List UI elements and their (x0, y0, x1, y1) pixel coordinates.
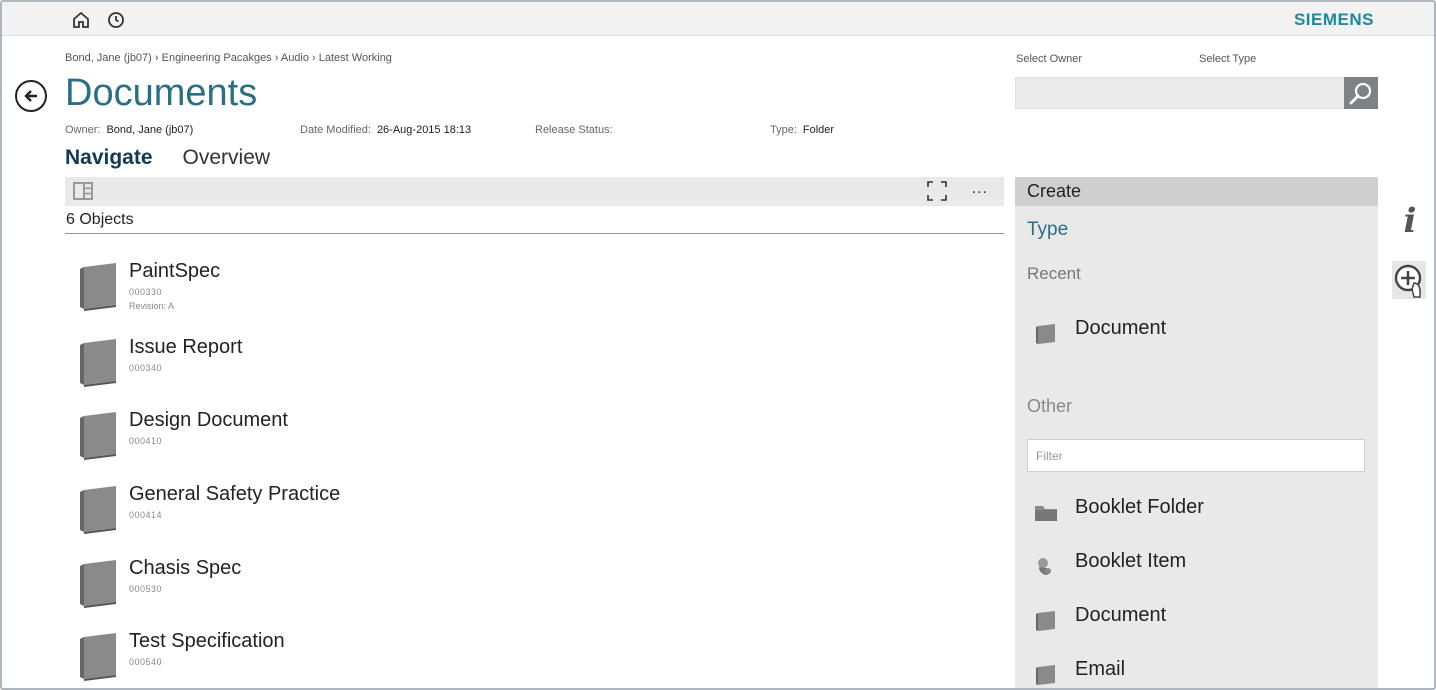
item-name: PaintSpec (129, 260, 221, 282)
type-option-booklet-item[interactable]: Booklet Item (1029, 547, 1359, 581)
breadcrumb[interactable]: Bond, Jane (jb07) › Engineering Pacakges… (65, 52, 392, 64)
modified-value: 26-Aug-2015 18:13 (376, 124, 472, 136)
back-button[interactable] (15, 80, 47, 112)
tab-overview[interactable]: Overview (183, 146, 271, 170)
item-id: 000330 (129, 287, 163, 297)
item-revision-icon (80, 633, 116, 681)
item-revision-icon (80, 560, 116, 608)
list-item[interactable]: Issue Report 000340 (72, 333, 672, 393)
recent-section-label: Recent (1027, 264, 1081, 283)
tab-navigate[interactable]: Navigate (65, 146, 153, 170)
select-owner-label[interactable]: Select Owner (1016, 53, 1082, 65)
recent-icon[interactable] (107, 11, 125, 29)
item-revision-icon (80, 412, 116, 460)
list-divider (65, 233, 1004, 234)
top-bar: SIEMENS (2, 2, 1434, 36)
brand-logo: SIEMENS (1293, 10, 1374, 29)
select-type-label[interactable]: Select Type (1199, 53, 1256, 65)
document-icon (1036, 665, 1055, 685)
type-option-label: Document (1075, 317, 1167, 339)
item-name: Design Document (129, 409, 288, 431)
owner-value: Bond, Jane (jb07) (106, 124, 194, 136)
type-value: Folder (802, 124, 835, 136)
object-properties: Owner: Bond, Jane (jb07) Date Modified: 26… (65, 124, 1005, 138)
more-options-button[interactable]: ... (972, 180, 988, 198)
item-name: Chasis Spec (129, 557, 242, 579)
item-revision-icon (80, 339, 116, 387)
type-section-label: Type (1027, 219, 1069, 240)
type-option-label: Booklet Item (1075, 550, 1187, 572)
type-property: Type: Folder (770, 124, 834, 136)
search-input[interactable] (1015, 77, 1345, 109)
create-panel-title: Create (1015, 177, 1378, 206)
fullscreen-icon[interactable] (926, 180, 948, 202)
list-item[interactable]: PaintSpec 000330 Revision: A (72, 257, 672, 317)
owner-label: Owner: (65, 124, 101, 136)
modified-property: Date Modified: 26-Aug-2015 18:13 (300, 124, 471, 136)
search-button[interactable] (1344, 77, 1378, 109)
add-icon[interactable] (1392, 261, 1426, 301)
type-option-label: Document (1075, 604, 1167, 626)
page-title: Documents (65, 72, 258, 114)
release-label: Release Status: (535, 124, 613, 136)
type-option-label: Booklet Folder (1075, 496, 1204, 518)
list-item[interactable]: Test Specification 000540 (72, 627, 672, 687)
app-window: SIEMENS Bond, Jane (jb07) › Engineering … (0, 0, 1436, 690)
owner-property: Owner: Bond, Jane (jb07) (65, 124, 193, 136)
item-revision: Revision: A (129, 301, 175, 311)
view-tabs: Navigate Overview (65, 146, 270, 170)
back-arrow-icon (24, 90, 37, 102)
type-option-label: Email (1075, 658, 1126, 680)
document-icon (1036, 324, 1055, 344)
type-option-email[interactable]: Email (1029, 655, 1359, 688)
item-name: General Safety Practice (129, 483, 341, 505)
modified-label: Date Modified: (300, 124, 371, 136)
item-name: Test Specification (129, 630, 285, 652)
type-option-document-recent[interactable]: Document (1029, 314, 1359, 348)
document-icon (1036, 611, 1055, 631)
filter-input[interactable] (1027, 439, 1365, 472)
list-item[interactable]: General Safety Practice 000414 (72, 480, 672, 540)
list-item[interactable]: Chasis Spec 000530 (72, 554, 672, 614)
search-icon (1349, 82, 1372, 105)
item-revision-icon (80, 486, 116, 534)
folder-icon (1035, 506, 1057, 521)
type-option-document[interactable]: Document (1029, 601, 1359, 635)
list-item[interactable]: Design Document 000410 (72, 406, 672, 466)
item-id: 000414 (129, 510, 163, 520)
create-panel: Create Type Recent Document Other Bookle… (1015, 177, 1378, 688)
other-section-label: Other (1027, 396, 1073, 416)
home-icon[interactable] (72, 11, 90, 29)
item-id: 000410 (129, 436, 163, 446)
item-id: 000340 (129, 363, 163, 373)
item-id: 000540 (129, 657, 163, 667)
list-toolbar: ... (65, 177, 1004, 206)
type-option-booklet-folder[interactable]: Booklet Folder (1029, 493, 1359, 527)
item-revision-icon (80, 263, 116, 311)
panel-toggle-icon[interactable] (72, 181, 94, 201)
item-icon (1038, 558, 1051, 575)
item-id: 000530 (129, 584, 163, 594)
type-label: Type: (770, 124, 797, 136)
info-icon[interactable]: i (1398, 202, 1422, 240)
item-name: Issue Report (129, 336, 243, 358)
object-count: 6 Objects (66, 211, 134, 228)
release-property: Release Status: (535, 124, 619, 136)
